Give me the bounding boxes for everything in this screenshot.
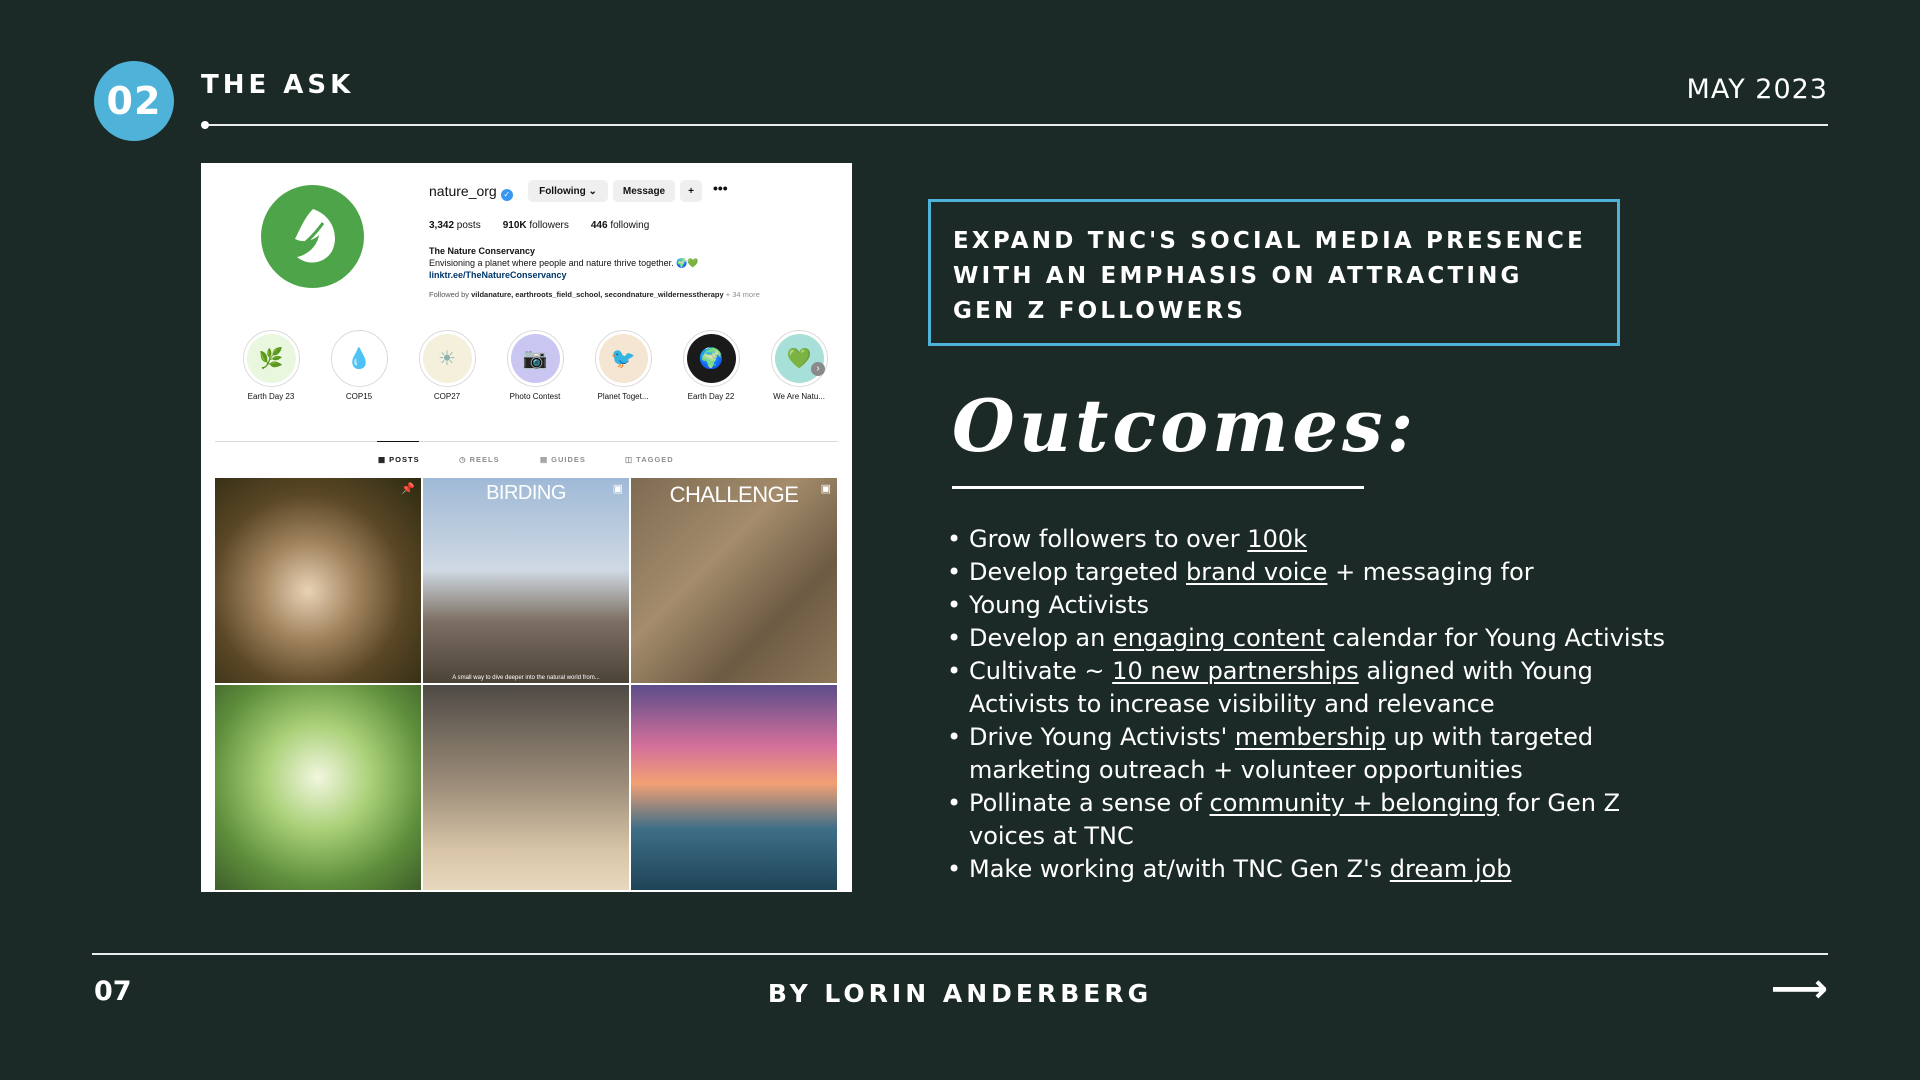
header-divider-dot [201, 121, 209, 129]
add-user-icon: + [688, 185, 694, 197]
profile-stats: 3,342 posts 910K followers 446 following [429, 220, 671, 231]
post-birding[interactable]: BIRDING ▣ A small way to dive deeper int… [423, 478, 629, 683]
bird-icon: 🐦 [598, 334, 648, 383]
highlight-label: COP15 [345, 392, 373, 401]
highlight-label: Earth Day 22 [687, 392, 735, 401]
profile-username: nature_org ✓ [429, 183, 513, 201]
chevron-right-icon[interactable]: › [811, 362, 825, 376]
posts-grid: 📌 BIRDING ▣ A small way to dive deeper i… [215, 478, 838, 890]
outcome-item: Pollinate a sense of community + belongi… [947, 787, 1689, 853]
highlight-we-are-nature[interactable]: 💚 We Are Natu... [762, 330, 836, 401]
carousel-icon: ▣ [820, 483, 831, 495]
post-overlay-text: CHALLENGE [669, 482, 799, 507]
outcome-item: Grow followers to over 100k [947, 523, 1789, 556]
active-tab-indicator [377, 441, 419, 442]
followed-by[interactable]: Followed by vildanature, earthroots_fiel… [429, 290, 839, 299]
highlight-photo-contest[interactable]: 📷 Photo Contest [498, 330, 572, 401]
tab-reels[interactable]: ◷ REELS [459, 455, 500, 464]
profile-avatar [261, 185, 364, 288]
following-button[interactable]: Following ⌄ [528, 180, 608, 202]
highlight-label: Photo Contest [509, 392, 561, 401]
highlight-label: Earth Day 23 [247, 392, 295, 401]
ask-statement: EXPAND TNC'S SOCIAL MEDIA PRESENCE WITH … [953, 228, 1587, 324]
post-bluebell-forest[interactable] [215, 685, 421, 890]
carousel-icon: ▣ [612, 483, 623, 495]
posts-count: 3,342 posts [429, 220, 481, 231]
outcome-item: Drive Young Activists' membership up wit… [947, 721, 1689, 787]
following-count[interactable]: 446 following [591, 220, 649, 231]
followers-count[interactable]: 910K followers [503, 220, 569, 231]
post-chicks[interactable] [423, 685, 629, 890]
highlight-label: Planet Toget... [597, 392, 649, 401]
highlight-planet-together[interactable]: 🐦 Planet Toget... [586, 330, 660, 401]
outcome-item: Develop targeted brand voice + messaging… [947, 556, 1789, 589]
highlight-earth-day-22[interactable]: 🌍 Earth Day 22 [674, 330, 748, 401]
verified-icon: ✓ [500, 189, 513, 201]
camera-icon: 📷 [510, 334, 560, 383]
pin-icon: 📌 [401, 483, 415, 495]
outcomes-heading: Outcomes: [952, 383, 1418, 468]
post-sunset-coast[interactable] [631, 685, 837, 890]
globe-icon: 🌍 [686, 334, 736, 383]
add-user-button[interactable]: + [680, 180, 702, 202]
water-drop-icon: 💧 [334, 334, 384, 383]
profile-link[interactable]: linktr.ee/TheNatureConservancy [429, 269, 829, 281]
post-overlay-text: BIRDING [486, 482, 566, 504]
highlight-earth-day-23[interactable]: 🌿 Earth Day 23 [234, 330, 308, 401]
instagram-profile-screenshot: nature_org ✓ Following ⌄ Message + ••• 3,… [201, 163, 852, 892]
more-options-icon[interactable]: ••• [713, 180, 728, 196]
date-label: MAY 2023 [1686, 74, 1828, 105]
sunburst-icon: ☀ [422, 334, 472, 383]
section-number-badge: 02 [94, 61, 174, 141]
author-credit: BY LORIN ANDERBERG [767, 979, 1153, 1008]
section-title: THE ASK [201, 70, 355, 100]
post-forest-light[interactable]: 📌 [215, 478, 421, 683]
outcome-item: Develop an engaging content calendar for… [947, 622, 1789, 655]
outcome-item: Make working at/with TNC Gen Z's dream j… [947, 853, 1789, 886]
profile-bio: The Nature Conservancy Envisioning a pla… [429, 245, 829, 281]
post-caption: A small way to dive deeper into the natu… [452, 675, 600, 681]
profile-tagline: Envisioning a planet where people and na… [429, 258, 699, 268]
ask-callout-box: EXPAND TNC'S SOCIAL MEDIA PRESENCE WITH … [928, 199, 1620, 346]
post-challenge[interactable]: CHALLENGE ▣ [631, 478, 837, 683]
header-divider [205, 124, 1828, 126]
tab-posts[interactable]: ▦ POSTS [378, 455, 420, 464]
outcomes-list: Grow followers to over 100k Develop targ… [947, 523, 1789, 886]
tabs-divider [215, 441, 838, 442]
outcome-item: Young Activists [947, 589, 1789, 622]
outcome-item: Cultivate ~ 10 new partnerships aligned … [947, 655, 1689, 721]
highlight-cop27[interactable]: ☀ COP27 [410, 330, 484, 401]
tab-tagged[interactable]: ◫ TAGGED [625, 455, 674, 464]
sprout-icon: 🌿 [246, 334, 296, 383]
outcomes-underline [952, 486, 1364, 489]
message-button[interactable]: Message [613, 180, 675, 202]
profile-display-name: The Nature Conservancy [429, 246, 536, 256]
leaf-globe-icon [274, 198, 351, 275]
highlight-label: We Are Natu... [773, 392, 825, 401]
footer-divider [92, 953, 1828, 955]
arrow-right-icon[interactable]: ⟶ [1771, 966, 1828, 1012]
tab-guides[interactable]: ▤ GUIDES [540, 455, 586, 464]
highlight-label: COP27 [433, 392, 461, 401]
highlight-cop15[interactable]: 💧 COP15 [322, 330, 396, 401]
